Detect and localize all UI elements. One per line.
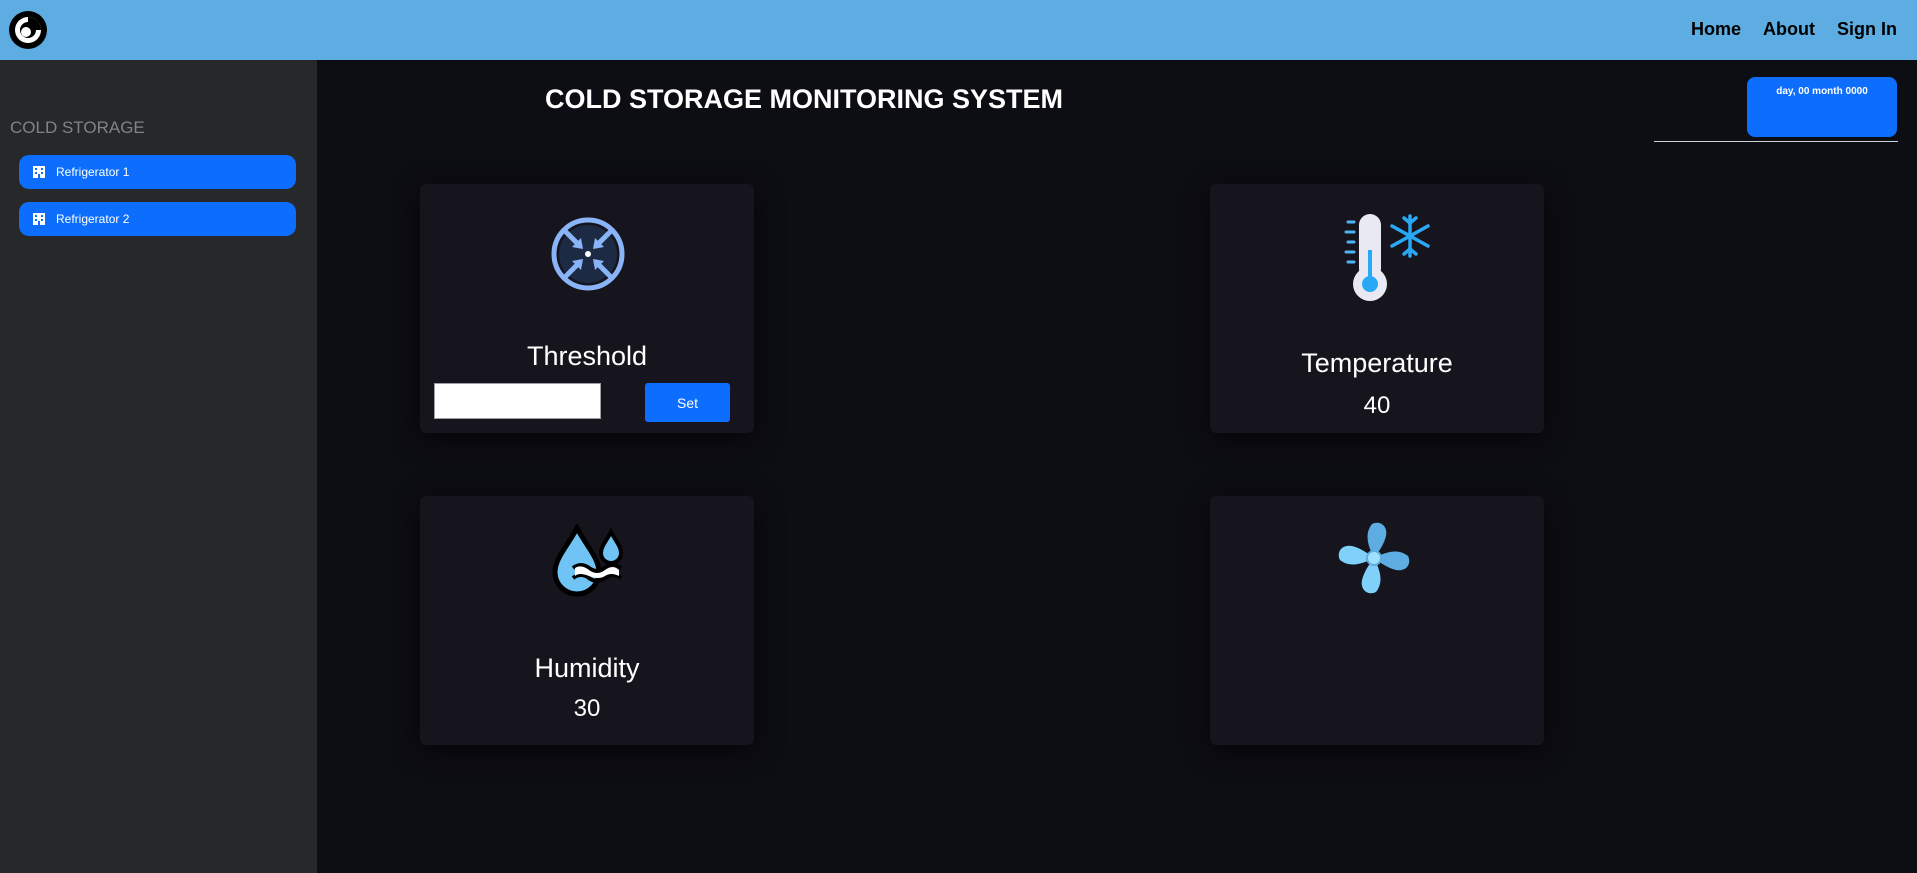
- sidebar: COLD STORAGE Refrigerator 1 Refrigerator…: [0, 60, 317, 873]
- fan-card: [1210, 496, 1544, 745]
- threshold-input[interactable]: [434, 383, 601, 419]
- nav-home-link[interactable]: Home: [1691, 19, 1741, 40]
- divider: [1654, 141, 1898, 142]
- building-icon: [33, 213, 45, 225]
- date-display: day, 00 month 0000: [1747, 77, 1897, 137]
- sidebar-item-label: Refrigerator 2: [56, 212, 130, 226]
- compress-arrows-icon: [551, 217, 625, 291]
- thermometer-snowflake-icon: [1344, 214, 1430, 301]
- nav-links: Home About Sign In: [1691, 19, 1897, 40]
- humidity-value: 30: [573, 695, 601, 722]
- sidebar-item-refrigerator-1[interactable]: Refrigerator 1: [19, 155, 296, 189]
- nav-about-link[interactable]: About: [1763, 19, 1815, 40]
- temperature-value: 40: [1363, 392, 1391, 419]
- temperature-label: Temperature: [1301, 348, 1453, 378]
- temperature-card: Temperature 40: [1210, 184, 1544, 433]
- page-title: COLD STORAGE MONITORING SYSTEM: [545, 84, 1064, 114]
- nav-sign-in-link[interactable]: Sign In: [1837, 19, 1897, 40]
- sidebar-title: COLD STORAGE: [10, 118, 145, 137]
- logo-ring-icon[interactable]: [8, 10, 48, 50]
- fan-icon[interactable]: [1334, 518, 1414, 598]
- water-drops-icon: [552, 524, 624, 597]
- sidebar-item-refrigerator-2[interactable]: Refrigerator 2: [19, 202, 296, 236]
- humidity-label: Humidity: [534, 653, 640, 683]
- set-threshold-button[interactable]: Set: [645, 383, 730, 422]
- top-navbar: Home About Sign In: [0, 0, 1917, 60]
- threshold-card: Threshold Set: [420, 184, 754, 433]
- sidebar-item-label: Refrigerator 1: [56, 165, 130, 179]
- building-icon: [33, 166, 45, 178]
- threshold-label: Threshold: [526, 341, 648, 371]
- humidity-card: Humidity 30: [420, 496, 754, 745]
